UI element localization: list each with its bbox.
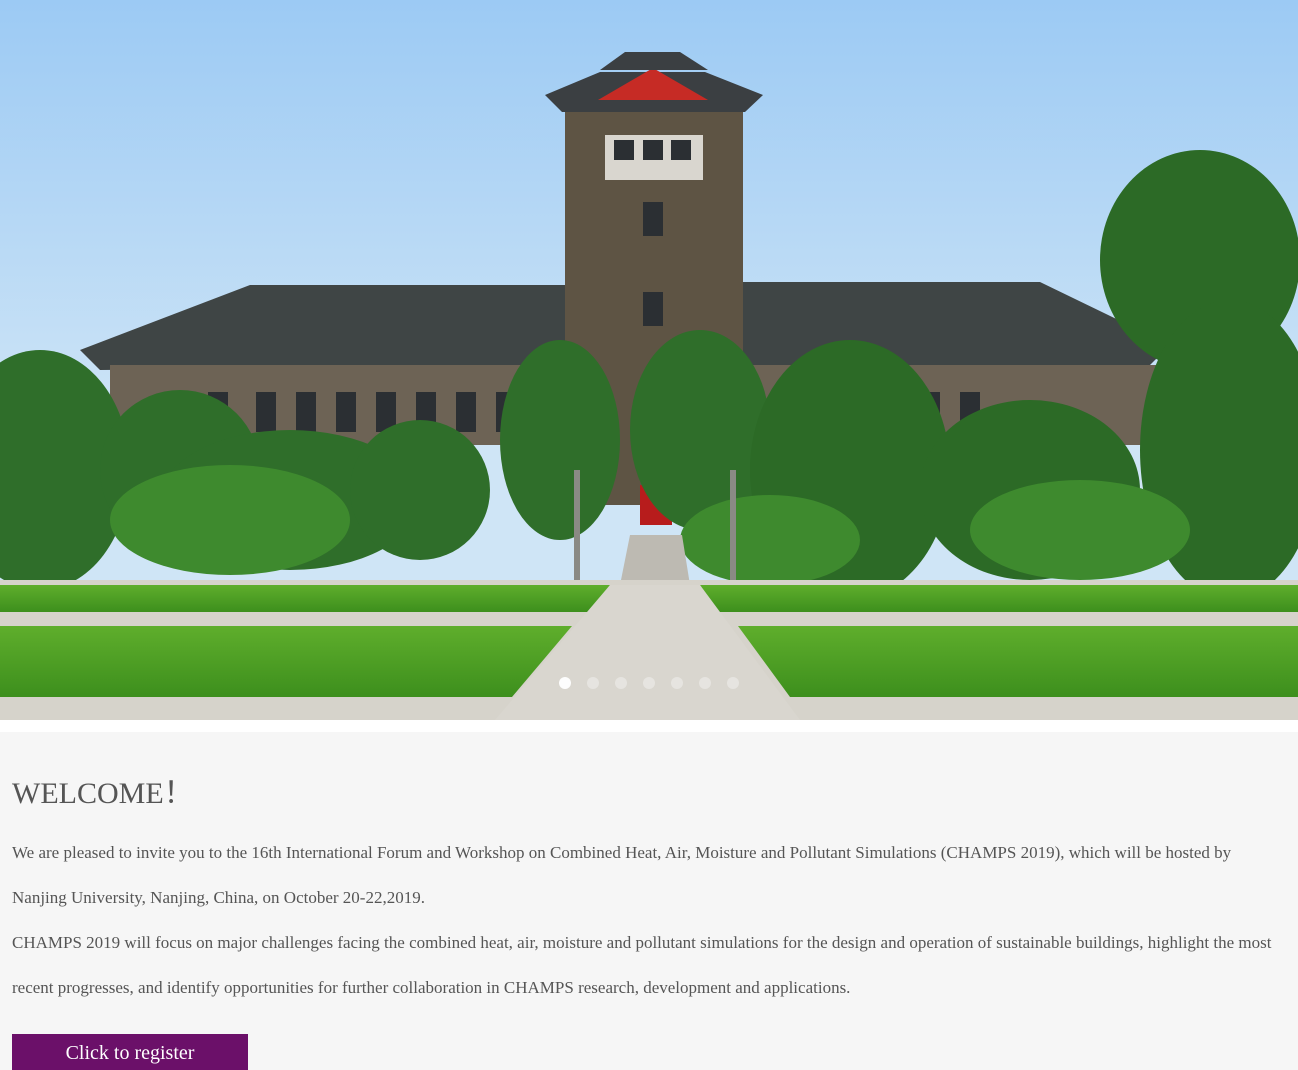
welcome-paragraph-focus: CHAMPS 2019 will focus on major challeng… xyxy=(12,933,1272,997)
section-divider xyxy=(0,720,1298,732)
welcome-section: WELCOME！ We are pleased to invite you to… xyxy=(0,732,1298,1070)
slider-dot-3[interactable] xyxy=(615,677,627,689)
slider-dot-6[interactable] xyxy=(699,677,711,689)
slider-dot-5[interactable] xyxy=(671,677,683,689)
slider-dot-4[interactable] xyxy=(643,677,655,689)
welcome-paragraph-invitation: We are pleased to invite you to the 16th… xyxy=(12,843,1232,907)
slider-dot-2[interactable] xyxy=(587,677,599,689)
register-button[interactable]: Click to register xyxy=(12,1034,248,1070)
slider-dots xyxy=(0,677,1298,689)
hero-photo xyxy=(0,0,1298,720)
welcome-title: WELCOME！ xyxy=(12,777,194,810)
hero-banner xyxy=(0,0,1298,720)
slider-dot-1[interactable] xyxy=(559,677,571,689)
slider-dot-7[interactable] xyxy=(727,677,739,689)
